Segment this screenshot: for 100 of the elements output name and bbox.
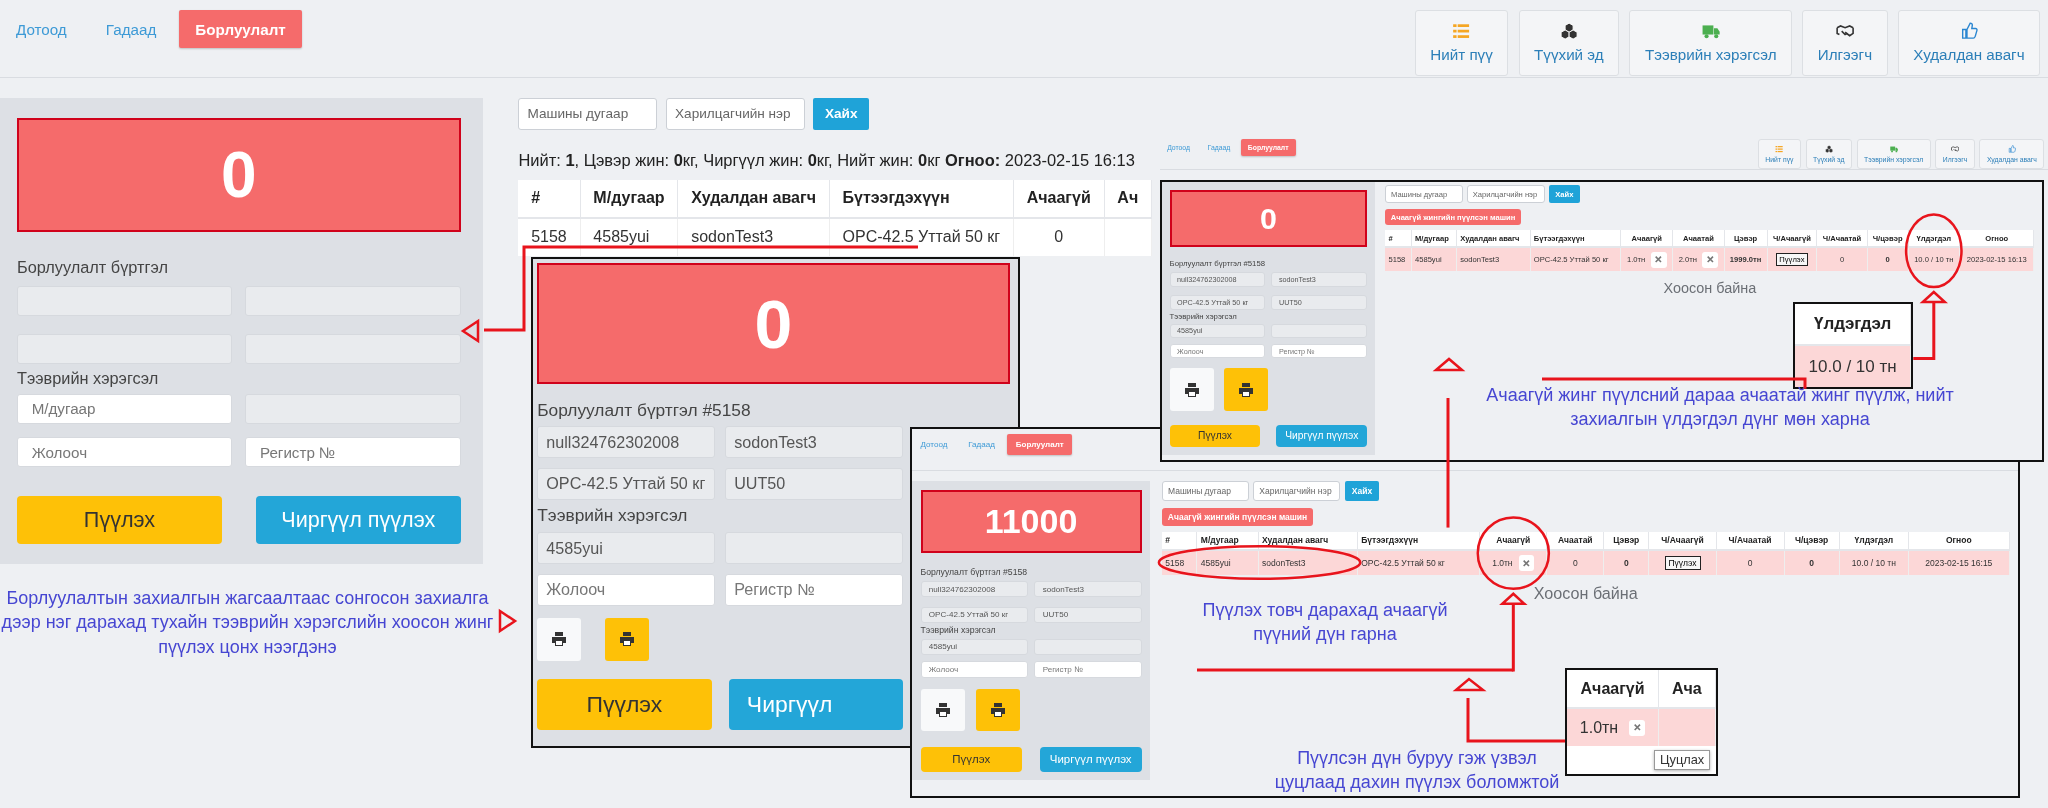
weigh-button[interactable]: Пүүлэх	[16, 496, 223, 544]
text-field[interactable]: null324762302008	[537, 426, 715, 459]
text-field[interactable]: Регистр №	[1034, 661, 1142, 678]
table-cell: 2023-02-15 16:15	[1908, 550, 2009, 575]
search-field[interactable]: Харилцагчийн нэр	[1253, 480, 1340, 502]
annotation-text: Пүүлэх товч дарахад ачаагүй пүүний дүн гарна	[1201, 599, 1449, 647]
summary-text: Нийт: 1, Цэвэр жин: 0кг, Чиргүүл жин: 0кг, Нийт жин: 0кг Огноо: 2023-02-15 16:13	[518, 150, 1135, 170]
toolbar-button[interactable]: Худалдан авагч	[1897, 9, 2040, 76]
cancel-button[interactable]	[1650, 251, 1667, 268]
text-field[interactable]	[245, 333, 461, 365]
weigh-button[interactable]: Пүүлэх	[920, 746, 1023, 772]
search-field[interactable]: Харилцагчийн нэр	[665, 97, 805, 131]
printer-icon	[990, 701, 1007, 718]
weigh-button[interactable]: Пүүлэх	[537, 679, 712, 730]
text-field[interactable]: 4585yui	[537, 532, 715, 565]
text-field[interactable]: OPC-42.5 Уттай 50 кг	[920, 606, 1028, 623]
search-button[interactable]: Хайх	[813, 98, 870, 130]
close-icon	[1521, 557, 1532, 569]
column-header: М/дугаар	[580, 179, 678, 218]
truck-icon	[1889, 145, 1898, 154]
column-header: Бүтээгдэхүүн	[829, 179, 1014, 218]
column-header: Ач	[1104, 179, 1152, 218]
text-field[interactable]: Регистр №	[245, 436, 461, 468]
text-field[interactable]: Жолооч	[920, 661, 1028, 678]
cubes-icon	[1559, 22, 1578, 41]
list-icon	[1775, 145, 1784, 154]
leader-line	[1913, 303, 1936, 360]
truck-icon	[1701, 22, 1720, 41]
table-cell: OPC-42.5 Уттай 50 кг	[829, 217, 1014, 257]
column-header: #	[518, 179, 581, 218]
text-field[interactable]: М/дугаар	[16, 393, 233, 425]
triangle-marker	[1432, 357, 1466, 372]
text-field[interactable]: sodonTest3	[1034, 581, 1142, 598]
print-button[interactable]	[976, 688, 1021, 732]
tab[interactable]: Дотоод	[912, 434, 956, 455]
tab[interactable]: Борлуулалт	[179, 9, 302, 49]
text-field[interactable]: Жолооч	[537, 573, 715, 607]
toolbar-button[interactable]: Нийт пүү	[1414, 9, 1509, 76]
text-field[interactable]: UUT50	[725, 467, 903, 500]
printer-icon	[1238, 381, 1255, 398]
triangle-marker	[1919, 290, 1949, 304]
text-field[interactable]: UUT50	[1034, 606, 1142, 623]
empty-message: Хоосон байна	[1533, 584, 1638, 604]
toolbar-button[interactable]: Тээврийн хэрэгсэл	[1629, 9, 1792, 76]
weigh-button[interactable]: Пүүлэх	[1169, 424, 1261, 448]
weigh-button[interactable]: Пүүлэх	[1664, 556, 1701, 570]
cancel-button[interactable]	[1629, 719, 1646, 736]
table-row[interactable]: 5158 4585yui sodonTest3 OPC-42.5 Уттай 50 кг 1.0тн 0 0 Пүүлэх 0 0 10.0 / 10 тн 2023-02-15 16:15	[1161, 550, 2009, 575]
printer-icon	[1183, 381, 1200, 398]
triangle-marker	[1452, 677, 1487, 692]
text-field[interactable]: Регистр №	[725, 573, 903, 607]
cubes-icon	[1824, 145, 1833, 154]
search-field[interactable]: Машины дугаар	[1161, 480, 1249, 502]
section-title: Тээврийн хэрэгсэл	[920, 625, 997, 636]
cancel-button[interactable]	[1518, 555, 1535, 571]
empty-message: Хоосон байна	[1663, 279, 1757, 296]
table-row[interactable]: 5158 4585yui sodonTest3 OPC-42.5 Уттай 50 кг 0	[518, 217, 1152, 257]
list-icon	[1452, 22, 1471, 41]
close-icon	[1704, 254, 1716, 265]
weight-display: 0	[1169, 190, 1368, 247]
weight-display: 11000	[920, 490, 1142, 553]
text-field[interactable]: Жолооч	[16, 436, 233, 468]
section-title: Борлуулалт бүртгэл #5158	[537, 399, 752, 421]
toolbar-button[interactable]: Илгээгч	[1802, 9, 1888, 76]
section-title: Тээврийн хэрэгсэл	[16, 369, 160, 388]
search-field[interactable]: Машины дугаар	[518, 97, 658, 131]
text-field[interactable]: OPC-42.5 Уттай 50 кг	[537, 467, 715, 500]
weigh-button[interactable]: Чиргүүл пүүлэх	[1276, 424, 1368, 448]
weigh-button[interactable]: Чиргүүл	[728, 679, 903, 730]
weight-value: 1.0тн	[1579, 718, 1619, 737]
search-button[interactable]: Хайх	[1344, 481, 1380, 501]
table-cell: 4585yui	[580, 217, 678, 257]
toolbar-button[interactable]: Түүхий эд	[1518, 9, 1620, 76]
close-icon	[1653, 254, 1664, 265]
print-button[interactable]	[1224, 368, 1269, 411]
triangle-marker	[498, 608, 518, 634]
text-field[interactable]: sodonTest3	[725, 426, 903, 459]
tab[interactable]: Гадаад	[959, 434, 1004, 455]
printer-icon	[934, 701, 951, 718]
tab[interactable]: Дотоод	[0, 9, 83, 49]
tooltip: Цуцлах	[1654, 750, 1711, 770]
cancel-button[interactable]	[1702, 251, 1719, 268]
print-button[interactable]	[1169, 368, 1214, 411]
column-header: Худалдан авагч	[677, 179, 830, 218]
print-button[interactable]	[605, 618, 650, 661]
table-cell: sodonTest3	[677, 217, 830, 257]
triangle-marker	[460, 318, 480, 344]
text-field[interactable]: null324762302008	[920, 581, 1028, 598]
print-button[interactable]	[537, 618, 582, 661]
tab[interactable]: Борлуулалт	[1007, 434, 1073, 455]
tab[interactable]: Гадаад	[89, 9, 173, 49]
weigh-button[interactable]: Чиргүүл пүүлэх	[255, 496, 461, 544]
annotation-text: Борлуулалтын захиалгын жагсаалтаас сонгосон захиалга дээр нэг дарахад тухайн тээврийн хэрэгслийн хоосон жинг пүүлэх цонх нээгдэнэ	[0, 587, 495, 659]
weight-display: 0	[16, 117, 461, 232]
filter-button[interactable]: Ачаагүй жингийн пүүлсэн машин	[1161, 508, 1314, 526]
print-button[interactable]	[920, 688, 965, 732]
text-field[interactable]: 4585yui	[920, 638, 1028, 655]
thumbs-up-icon	[2007, 145, 2016, 154]
weigh-button[interactable]: Чиргүүл пүүлэх	[1039, 746, 1142, 772]
annotation-text: Ачаагүй жинг пүүлсний дараа ачаатай жинг пүүлж, нийт захиалгын үлдэгдэл дүнг мөн харна	[1485, 384, 1955, 432]
